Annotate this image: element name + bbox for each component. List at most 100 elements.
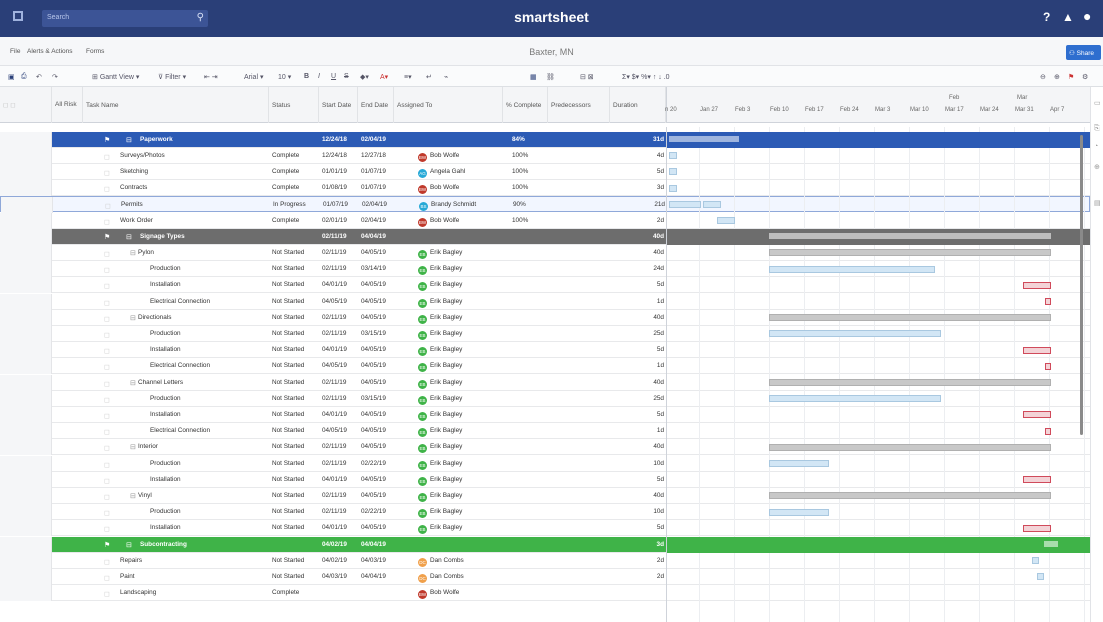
status-cell[interactable]: [272, 537, 319, 553]
row-number-cell[interactable]: [0, 423, 52, 440]
row-number-cell[interactable]: [0, 487, 52, 504]
row-checkbox-icon[interactable]: ◻: [104, 315, 110, 323]
row-number-cell[interactable]: [0, 325, 52, 342]
start-date-cell[interactable]: 02/11/19: [322, 456, 358, 472]
predecessors-cell[interactable]: [552, 326, 610, 342]
row-checkbox-icon[interactable]: ◻: [104, 185, 110, 193]
assigned-to-cell[interactable]: EB Erik Bagley: [418, 358, 503, 374]
gantt-task-bar[interactable]: [769, 443, 1051, 451]
header-checkbox-icon[interactable]: ◻ ◻: [3, 101, 16, 109]
assigned-to-cell[interactable]: EB Erik Bagley: [418, 504, 503, 520]
assigned-to-cell[interactable]: EB Erik Bagley: [418, 488, 503, 504]
end-date-cell[interactable]: 02/22/19: [361, 456, 394, 472]
predecessors-cell[interactable]: [552, 294, 610, 310]
task-name-cell[interactable]: Subcontracting: [140, 537, 269, 553]
row-number-cell[interactable]: [0, 552, 52, 569]
collapse-icon[interactable]: ⊟: [130, 492, 136, 500]
task-name-cell[interactable]: Paperwork: [140, 132, 269, 148]
assigned-to-cell[interactable]: BW Bob Wolfe: [418, 585, 503, 601]
assigned-to-cell[interactable]: EB Erik Bagley: [418, 342, 503, 358]
duration-cell[interactable]: 10d: [616, 456, 664, 472]
percent-complete-cell[interactable]: [512, 358, 548, 374]
task-name-cell[interactable]: Electrical Connection: [150, 423, 269, 439]
status-cell[interactable]: Not Started: [272, 456, 319, 472]
gantt-view-button[interactable]: ⊞ Gantt View ▾: [92, 73, 139, 81]
end-date-cell[interactable]: 04/05/19: [361, 358, 394, 374]
attach-icon[interactable]: ⊟ ⊠: [580, 73, 594, 81]
start-date-cell[interactable]: 02/11/19: [322, 375, 358, 391]
end-date-cell[interactable]: 04/04/19: [361, 229, 394, 245]
row-checkbox-icon[interactable]: ◻: [104, 169, 110, 177]
status-cell[interactable]: Not Started: [272, 488, 319, 504]
assigned-to-cell[interactable]: EB Erik Bagley: [418, 407, 503, 423]
row-checkbox-icon[interactable]: ◻: [104, 299, 110, 307]
bold-icon[interactable]: B: [304, 73, 309, 80]
status-cell[interactable]: Not Started: [272, 504, 319, 520]
predecessors-cell[interactable]: [552, 407, 610, 423]
row-checkbox-icon[interactable]: ◻: [104, 331, 110, 339]
col-assigned-to[interactable]: Assigned To: [394, 87, 503, 123]
task-name-cell[interactable]: Landscaping: [120, 585, 269, 601]
gantt-task-bar[interactable]: [1023, 524, 1051, 532]
duration-cell[interactable]: 2d: [616, 553, 664, 569]
collapse-icon[interactable]: ⊟: [130, 249, 136, 257]
row-checkbox-icon[interactable]: ◻: [105, 202, 111, 210]
assigned-to-cell[interactable]: EB Erik Bagley: [418, 439, 503, 455]
percent-complete-cell[interactable]: [512, 439, 548, 455]
end-date-cell[interactable]: 04/05/19: [361, 488, 394, 504]
start-date-cell[interactable]: 12/24/18: [322, 148, 358, 164]
collapse-icon[interactable]: ⊟: [130, 314, 136, 322]
save-icon[interactable]: ▣: [8, 73, 15, 81]
percent-complete-cell[interactable]: [512, 472, 548, 488]
status-cell[interactable]: In Progress: [273, 197, 320, 213]
row-checkbox-icon[interactable]: ◻: [104, 347, 110, 355]
duration-cell[interactable]: 40d: [616, 439, 664, 455]
assigned-to-cell[interactable]: EB Erik Bagley: [418, 294, 503, 310]
start-date-cell[interactable]: 04/02/19: [322, 537, 358, 553]
task-name-cell[interactable]: Sketching: [120, 164, 269, 180]
percent-complete-cell[interactable]: 100%: [512, 180, 548, 196]
duration-cell[interactable]: 5d: [616, 277, 664, 293]
start-date-cell[interactable]: [322, 585, 358, 601]
percent-complete-cell[interactable]: [512, 537, 548, 553]
duration-cell[interactable]: 25d: [616, 391, 664, 407]
row-number-cell[interactable]: [0, 374, 52, 391]
duration-cell[interactable]: 3d: [616, 537, 664, 553]
assigned-to-cell[interactable]: BW Bob Wolfe: [418, 148, 503, 164]
critical-path-icon[interactable]: ⚑: [1068, 73, 1074, 81]
duration-cell[interactable]: 5d: [616, 407, 664, 423]
status-cell[interactable]: Not Started: [272, 439, 319, 455]
task-name-cell[interactable]: Production: [150, 261, 269, 277]
end-date-cell[interactable]: 02/22/19: [361, 504, 394, 520]
fill-color-icon[interactable]: ◆▾: [360, 73, 369, 81]
attachments-icon[interactable]: ⎘: [1094, 125, 1100, 133]
start-date-cell[interactable]: 01/08/19: [322, 180, 358, 196]
row-number-cell[interactable]: [0, 568, 52, 585]
duration-cell[interactable]: 2d: [616, 213, 664, 229]
duration-cell[interactable]: 1d: [616, 423, 664, 439]
col-task-name[interactable]: Task Name: [83, 87, 269, 123]
end-date-cell[interactable]: 04/04/19: [361, 569, 394, 585]
font-select[interactable]: Arial ▾: [244, 73, 263, 81]
start-date-cell[interactable]: 04/05/19: [322, 294, 358, 310]
start-date-cell[interactable]: 04/05/19: [322, 423, 358, 439]
start-date-cell[interactable]: 02/01/19: [322, 213, 358, 229]
row-checkbox-icon[interactable]: ◻: [104, 574, 110, 582]
italic-icon[interactable]: I: [318, 73, 320, 80]
row-number-cell[interactable]: [0, 180, 52, 197]
row-checkbox-icon[interactable]: ◻: [104, 396, 110, 404]
activity-icon[interactable]: ◔: [1094, 143, 1098, 150]
assigned-to-cell[interactable]: BW Bob Wolfe: [418, 180, 503, 196]
duration-cell[interactable]: 1d: [616, 358, 664, 374]
predecessors-cell[interactable]: [552, 148, 610, 164]
predecessors-cell[interactable]: [552, 439, 610, 455]
duration-cell[interactable]: [616, 585, 664, 601]
start-date-cell[interactable]: 02/11/19: [322, 504, 358, 520]
predecessors-cell[interactable]: [552, 213, 610, 229]
col-predecessors[interactable]: Predecessors: [548, 87, 610, 123]
duration-cell[interactable]: 5d: [616, 164, 664, 180]
status-cell[interactable]: Not Started: [272, 391, 319, 407]
task-name-cell[interactable]: Contracts: [120, 180, 269, 196]
end-date-cell[interactable]: 03/14/19: [361, 261, 394, 277]
percent-complete-cell[interactable]: [512, 326, 548, 342]
